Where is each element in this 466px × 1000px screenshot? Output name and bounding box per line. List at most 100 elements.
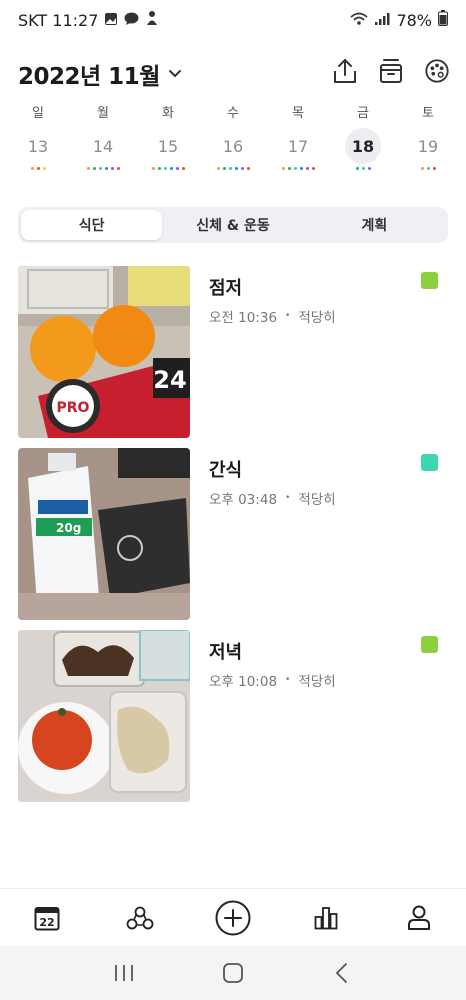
share-icon [334,59,356,83]
activity-dot [110,167,114,170]
day-17[interactable]: 목 17 [266,104,330,184]
meal-amount: 적당히 [298,492,336,508]
wifi-icon [350,11,369,30]
header-actions [332,56,450,86]
activity-dot [163,167,167,170]
meal-item[interactable]: PRO 24 점저 오전 10:36 • 적당히 [18,266,448,440]
meal-color-tag [421,454,438,471]
day-activity-dots [151,167,185,171]
day-activity-dots [216,167,250,171]
month-title: 2022년 11월 [18,64,160,90]
meal-photo[interactable]: PRO 24 [18,266,190,438]
meal-title: 저녁 [209,642,243,663]
tab-1[interactable]: 신체 & 운동 [162,210,303,240]
meal-color-tag [421,636,438,653]
status-carrier-time: SKT 11:27 [18,10,99,30]
meal-photo[interactable]: 20g [18,448,190,620]
palette-icon [425,59,449,83]
activity-dot [30,167,34,170]
activity-dot [432,167,436,170]
meal-color-tag [421,272,438,289]
activity-dot [420,167,424,170]
activity-dot [281,167,285,170]
day-activity-dots [281,167,315,171]
home-button[interactable] [213,953,253,993]
meta-separator: • [285,675,291,685]
day-name: 화 [162,106,174,121]
nav-profile[interactable] [389,895,449,941]
battery-level: 78% [396,10,432,30]
day-activity-dots [420,167,436,171]
tab-2[interactable]: 계획 [304,210,445,240]
activity-dot [104,167,108,170]
status-bar: SKT 11:27 78% [0,0,466,40]
tab-0[interactable]: 식단 [21,210,163,240]
day-number: 13 [27,136,49,156]
segment-tabs: 식단 신체 & 운동 계획 [18,207,448,243]
day-16[interactable]: 수 16 [201,104,265,184]
community-icon [126,906,154,929]
day-name: 월 [97,106,109,121]
activity-dot [305,167,309,170]
day-15[interactable]: 화 15 [136,104,200,184]
add-icon [215,900,251,935]
archive-icon [380,59,402,83]
nav-community[interactable] [110,895,170,941]
meta-separator: • [285,311,291,321]
meal-title: 점저 [209,278,243,299]
theme-button[interactable] [424,56,450,86]
activity-dot [426,167,430,170]
meal-amount: 적당히 [298,674,336,690]
day-18[interactable]: 금 18 [331,104,395,184]
meal-meta: 오후 10:08 • 적당히 [209,670,336,690]
activity-dot [355,167,359,170]
meal-item[interactable]: 저녁 오후 10:08 • 적당히 [18,630,448,804]
day-name: 토 [422,106,434,121]
meal-time: 오후 10:08 [209,674,278,690]
nav-stats[interactable] [296,895,356,941]
meal-title: 간식 [209,460,243,481]
activity-dot [86,167,90,170]
calendar-icon: 22 [34,906,60,930]
meal-photo[interactable] [18,630,190,802]
system-nav-bar [0,946,466,1000]
back-icon [335,963,347,983]
chat-icon [124,11,139,30]
recent-apps-button[interactable] [104,953,144,993]
bar-chart-icon [314,906,338,929]
activity-dot [98,167,102,170]
profile-icon [408,905,431,930]
chevron-down-icon [168,69,182,79]
activity-dot [367,167,371,170]
day-14[interactable]: 월 14 [71,104,135,184]
day-13[interactable]: 일 13 [6,104,70,184]
svg-text:PRO: PRO [57,400,90,416]
app-notification-icon [145,10,159,30]
activity-dot [293,167,297,170]
back-button[interactable] [322,953,362,993]
battery-icon [438,10,448,30]
archive-button[interactable] [378,56,404,86]
meal-amount: 적당히 [298,310,336,326]
day-19[interactable]: 토 19 [396,104,460,184]
day-number: 15 [157,136,179,156]
activity-dot [42,167,46,170]
meal-time: 오후 03:48 [209,492,278,508]
recent-apps-icon [115,965,134,981]
activity-dot [299,167,303,170]
nav-add[interactable] [203,895,263,941]
day-activity-dots [30,167,46,171]
day-number: 16 [222,136,244,156]
day-number: 17 [287,136,309,156]
activity-dot [287,167,291,170]
share-button[interactable] [332,56,358,86]
svg-text:20g: 20g [56,521,81,535]
activity-dot [36,167,40,170]
month-selector[interactable]: 2022년 11월 [18,57,182,91]
nav-calendar[interactable]: 22 [17,895,77,941]
activity-dot [246,167,250,170]
meal-item[interactable]: 20g 간식 오후 03:48 • 적당히 [18,448,448,622]
bottom-nav: 22 [0,888,466,946]
meal-meta: 오전 10:36 • 적당히 [209,306,336,326]
activity-dot [92,167,96,170]
